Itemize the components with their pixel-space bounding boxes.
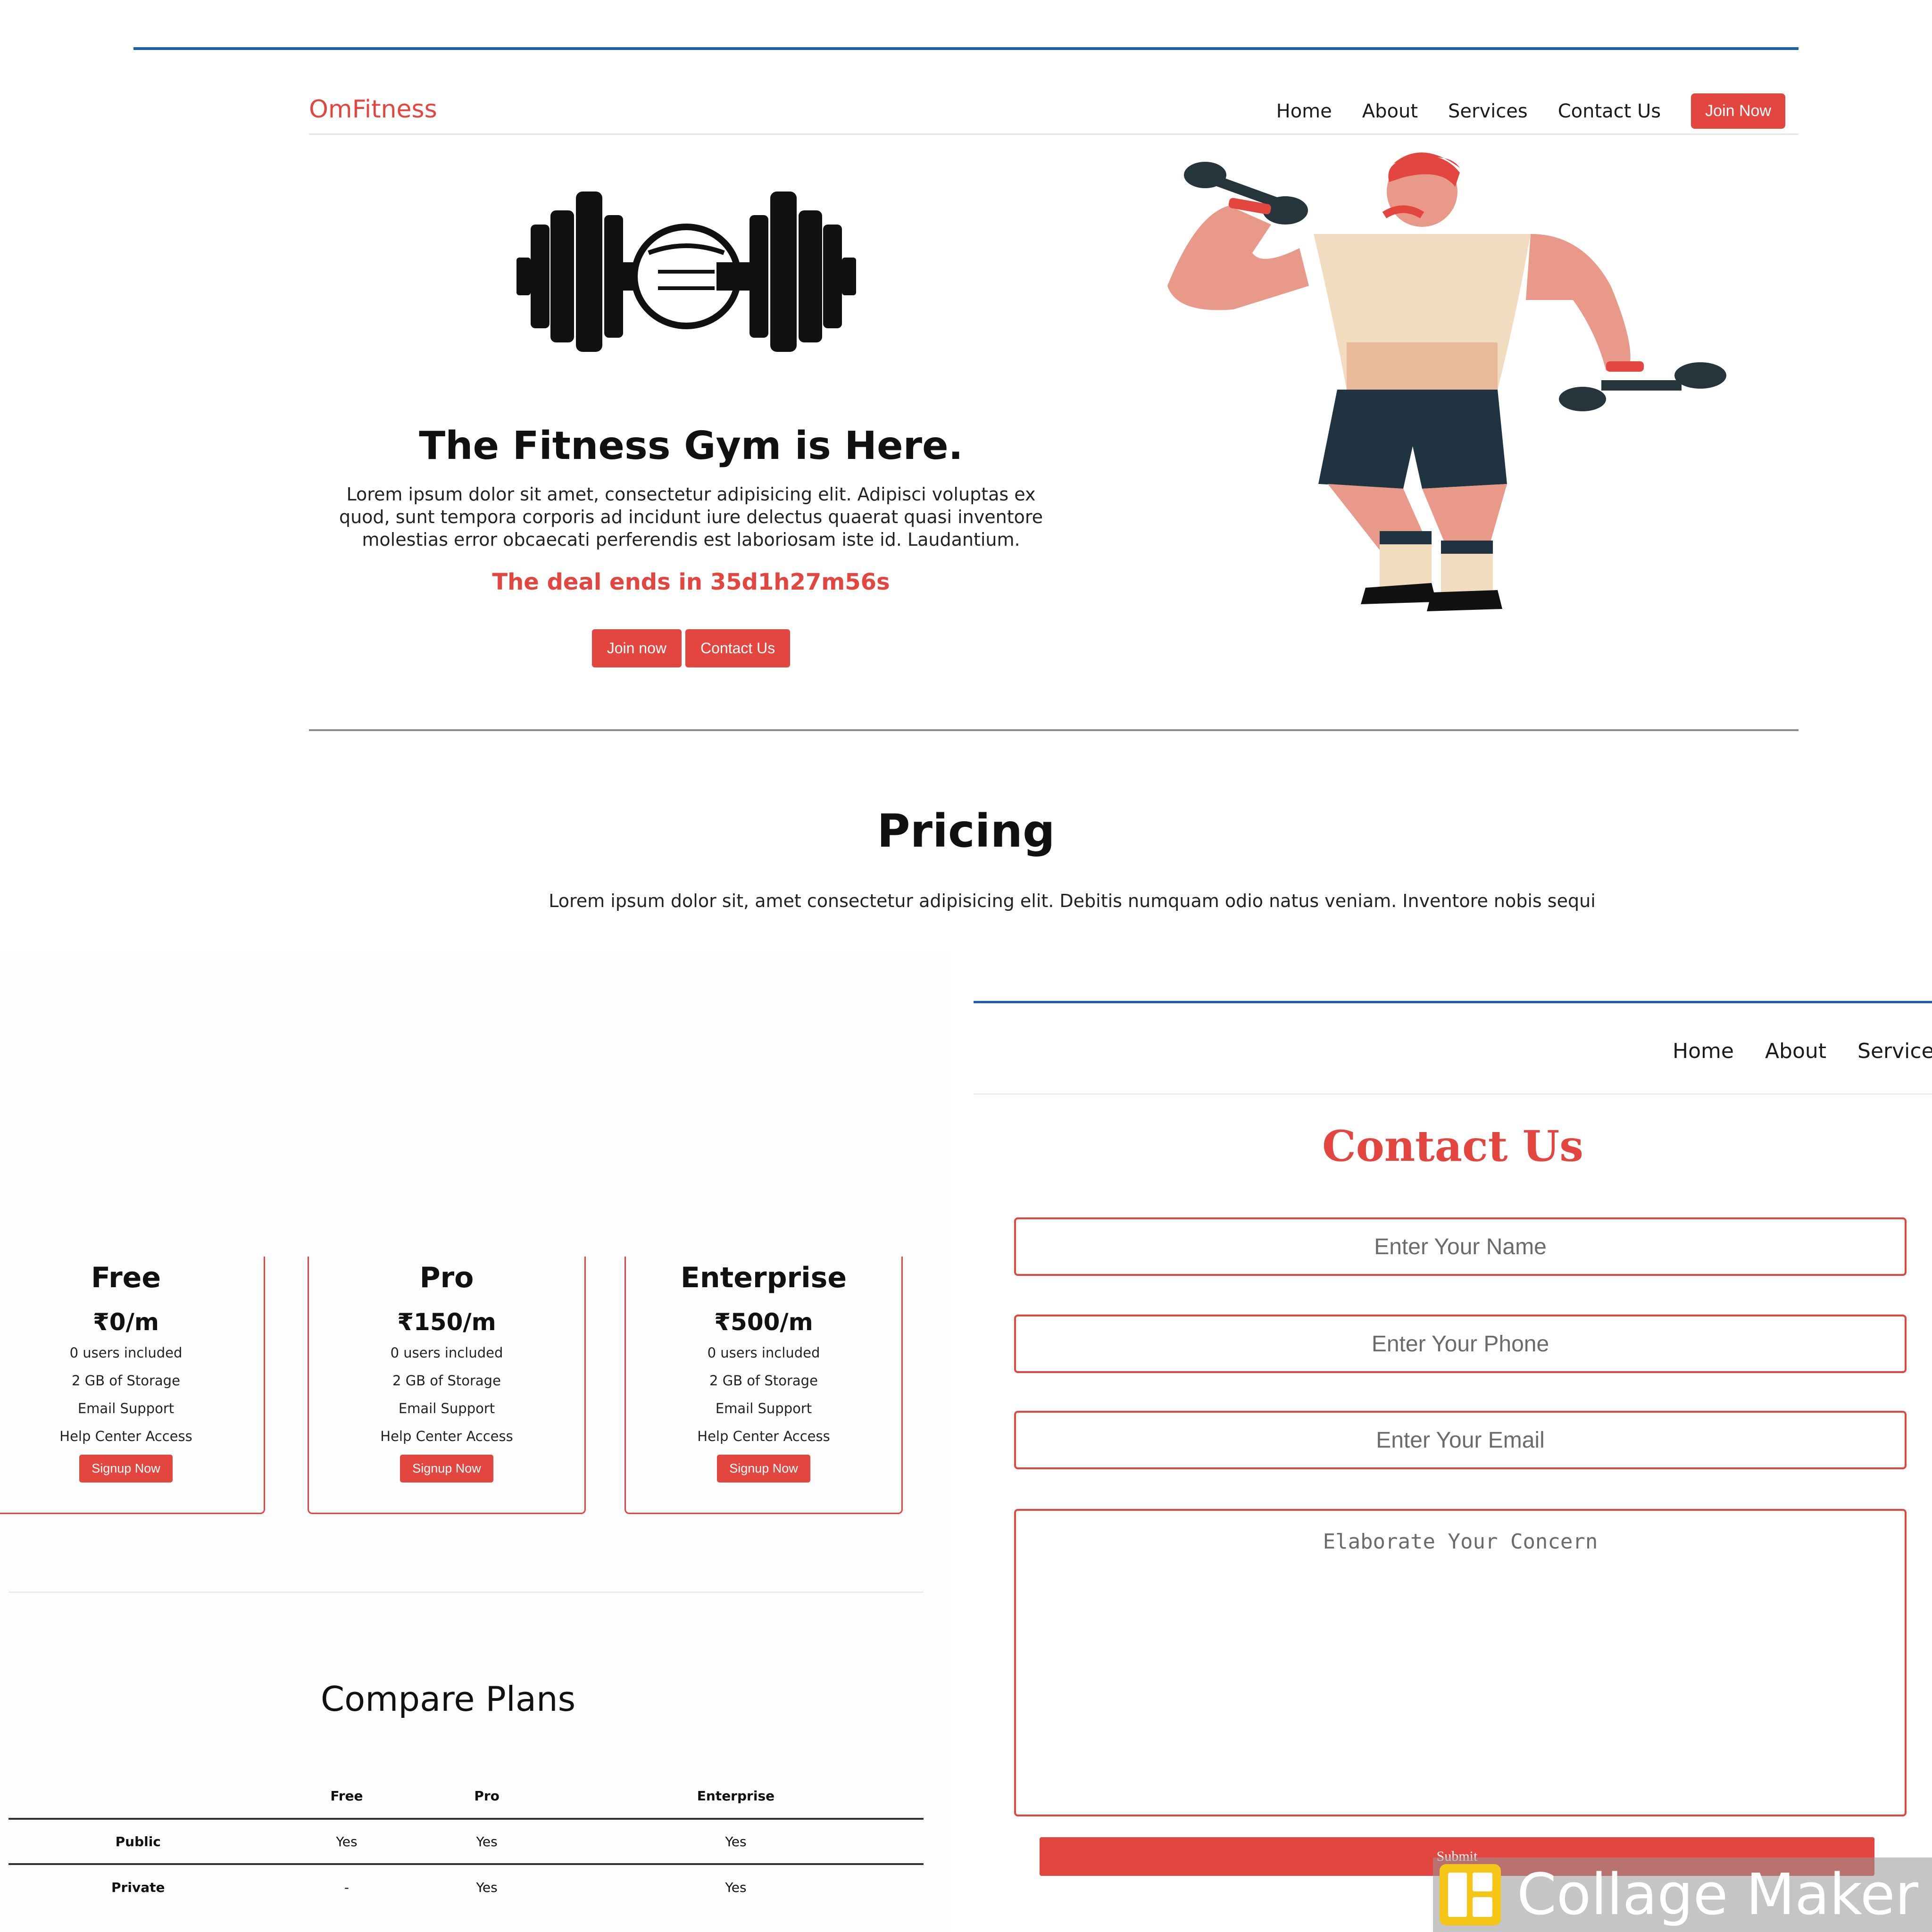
plan-price: ₹0/m — [93, 1308, 159, 1336]
table-header-row: Free Pro Enterprise — [8, 1774, 924, 1820]
compare-plans-heading: Compare Plans — [320, 1679, 576, 1719]
deal-countdown: The deal ends in 35d1h27m56s — [492, 569, 890, 595]
nav-links: Home About Services Contact Us Join Now — [1276, 93, 1785, 129]
table-cell: Yes — [425, 1819, 548, 1865]
table-header: Free — [267, 1774, 426, 1820]
pricing-heading: Pricing — [877, 805, 1055, 858]
phone-input[interactable] — [1014, 1315, 1907, 1373]
nav-home[interactable]: Home — [1673, 1039, 1734, 1063]
plan-price: ₹150/m — [397, 1308, 496, 1336]
hero-description: Lorem ipsum dolor sit amet, consectetur … — [339, 484, 1043, 550]
nav-services[interactable]: Services — [1857, 1039, 1932, 1063]
contact-page-screenshot: Home About Services Contact Us Submit — [974, 1001, 1932, 1932]
section-divider — [8, 1591, 924, 1593]
hero-contact-button[interactable]: Contact Us — [685, 629, 791, 667]
nav-services[interactable]: Services — [1448, 100, 1528, 122]
plan-feature: Help Center Access — [380, 1428, 513, 1444]
table-cell: Private — [111, 1879, 165, 1895]
plan-price: ₹500/m — [714, 1308, 813, 1336]
plan-feature: Help Center Access — [59, 1428, 192, 1444]
name-input[interactable] — [1014, 1217, 1907, 1276]
hero-content: The Fitness Gym is Here. Lorem ipsum dol… — [309, 135, 1073, 729]
table-header — [8, 1774, 268, 1820]
plan-card-free: Free ₹0/m 0 users included 2 GB of Stora… — [0, 1257, 265, 1514]
plan-feature: Email Support — [398, 1400, 495, 1416]
nav-about[interactable]: About — [1765, 1039, 1826, 1063]
table-cell: - — [344, 1879, 349, 1895]
pricing-plans-screenshot: Free ₹0/m 0 users included 2 GB of Stora… — [0, 953, 948, 1932]
plan-feature: 0 users included — [69, 1345, 183, 1361]
top-navbar: OmFitness Home About Services Contact Us… — [309, 69, 1799, 135]
table-row: Private - Yes Yes — [8, 1864, 924, 1909]
plan-name: Enterprise — [680, 1261, 847, 1294]
hero-buttons: Join now Contact Us — [309, 629, 1073, 667]
hero-join-button[interactable]: Join now — [591, 629, 682, 667]
plan-name: Pro — [419, 1261, 474, 1294]
dumbbell-fist-icon — [516, 192, 856, 352]
table-cell: Yes — [476, 1879, 498, 1895]
collage-maker-watermark: Collage Maker — [1433, 1857, 1932, 1932]
nav-about[interactable]: About — [1362, 100, 1418, 122]
plan-feature: Email Support — [77, 1400, 175, 1416]
nav-contact-us[interactable]: Contact Us — [1558, 100, 1661, 122]
nav-home[interactable]: Home — [1276, 100, 1332, 122]
join-now-button[interactable]: Join Now — [1691, 93, 1785, 129]
table-cell: Public — [8, 1819, 268, 1865]
hero-section: The Fitness Gym is Here. Lorem ipsum dol… — [309, 135, 1799, 731]
signup-button[interactable]: Signup Now — [79, 1455, 173, 1482]
plan-feature: 2 GB of Storage — [72, 1373, 180, 1389]
table-cell: Yes — [548, 1819, 924, 1865]
contact-navbar: Home About Services — [974, 1003, 1932, 1095]
plan-feature: 2 GB of Storage — [709, 1373, 818, 1389]
table-row: Public Yes Yes Yes — [8, 1819, 924, 1865]
plan-feature: Email Support — [715, 1400, 812, 1416]
plan-name: Free — [91, 1261, 161, 1294]
plan-feature: 0 users included — [707, 1345, 820, 1361]
brand-logo[interactable]: OmFitness — [309, 95, 437, 124]
plan-card-enterprise: Enterprise ₹500/m 0 users included 2 GB … — [625, 1257, 903, 1514]
table-cell: Yes — [267, 1819, 426, 1865]
pricing-description: Lorem ipsum dolor sit, amet consectetur … — [549, 891, 1596, 911]
concern-textarea[interactable] — [1014, 1509, 1907, 1816]
signup-button[interactable]: Signup Now — [717, 1455, 810, 1482]
plan-feature: Help Center Access — [697, 1428, 830, 1444]
table-cell: Yes — [725, 1879, 747, 1895]
plan-feature: 0 users included — [390, 1345, 503, 1361]
email-input[interactable] — [1014, 1411, 1907, 1469]
plan-card-pro: Pro ₹150/m 0 users included 2 GB of Stor… — [308, 1257, 586, 1514]
contact-heading: Contact Us — [1322, 1121, 1583, 1171]
landing-page-screenshot: OmFitness Home About Services Contact Us… — [133, 47, 1799, 924]
watermark-text: Collage Maker — [1517, 1862, 1919, 1928]
compare-table: Free Pro Enterprise Public Yes Yes Yes P… — [8, 1774, 924, 1909]
athlete-illustration — [1167, 152, 1726, 611]
plan-feature: 2 GB of Storage — [392, 1373, 501, 1389]
table-header: Enterprise — [548, 1774, 924, 1820]
collage-maker-logo-icon — [1440, 1864, 1501, 1925]
hero-title: The Fitness Gym is Here. — [419, 424, 963, 468]
table-header: Pro — [425, 1774, 548, 1820]
signup-button[interactable]: Signup Now — [400, 1455, 493, 1482]
nav-links: Home About Services — [1673, 1039, 1932, 1063]
